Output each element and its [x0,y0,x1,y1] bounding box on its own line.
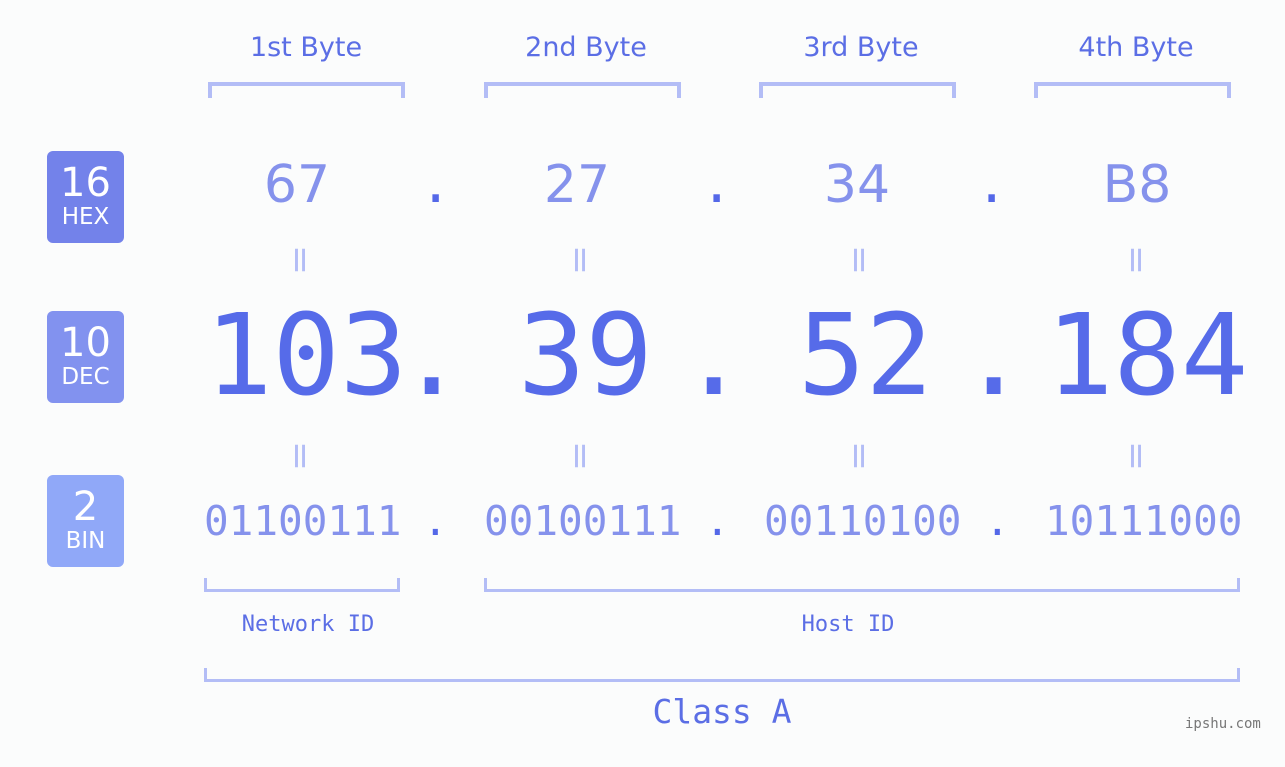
bin-byte-2: 00100111 [484,497,682,545]
dec-byte-2: 39 [518,291,653,421]
hex-dot-3: . [976,155,1008,215]
bracket-byte-1 [208,82,405,98]
equals-sign: = [559,440,601,472]
equals-sign: = [838,440,880,472]
header-byte-1: 1st Byte [249,32,363,63]
header-byte-3: 3rd Byte [803,32,919,63]
bin-byte-3: 00110100 [764,497,962,545]
hex-label: HEX [61,204,110,230]
bin-dot-2: . [705,497,730,545]
dec-label: DEC [61,364,110,390]
dec-byte-4: 184 [1046,291,1249,421]
equals-sign: = [1115,440,1157,472]
dec-dot-2: . [680,291,748,421]
host-id-label: Host ID [801,612,895,637]
bin-dot-3: . [985,497,1010,545]
bracket-byte-2 [484,82,681,98]
network-id-bracket [204,578,400,592]
class-label: Class A [652,692,792,731]
bin-byte-1: 01100111 [204,497,402,545]
class-bracket [204,668,1240,682]
equals-sign: = [559,244,601,276]
bin-badge: 2 BIN [47,475,124,567]
equals-sign: = [279,440,321,472]
host-id-bracket [484,578,1240,592]
hex-byte-4: B8 [1102,155,1172,215]
hex-dot-1: . [420,155,452,215]
hex-byte-2: 27 [543,155,611,215]
equals-sign: = [279,244,321,276]
dec-dot-1: . [398,291,466,421]
hex-base: 16 [60,160,111,206]
bin-label: BIN [65,528,106,554]
bin-base: 2 [72,484,99,530]
bin-dot-1: . [423,497,448,545]
equals-sign: = [838,244,880,276]
hex-badge: 16 HEX [47,151,124,243]
bin-byte-4: 10111000 [1045,497,1243,545]
dec-byte-1: 103 [205,291,408,421]
dec-badge: 10 DEC [47,311,124,403]
hex-byte-3: 34 [823,155,891,215]
header-byte-4: 4th Byte [1078,32,1194,63]
header-byte-2: 2nd Byte [525,32,647,63]
bracket-byte-4 [1034,82,1231,98]
bracket-byte-3 [759,82,956,98]
hex-dot-2: . [701,155,733,215]
equals-sign: = [1115,244,1157,276]
watermark: ipshu.com [1185,716,1261,732]
network-id-label: Network ID [241,612,375,637]
hex-byte-1: 67 [263,155,331,215]
dec-byte-3: 52 [798,291,933,421]
dec-dot-3: . [960,291,1028,421]
dec-base: 10 [60,320,111,366]
